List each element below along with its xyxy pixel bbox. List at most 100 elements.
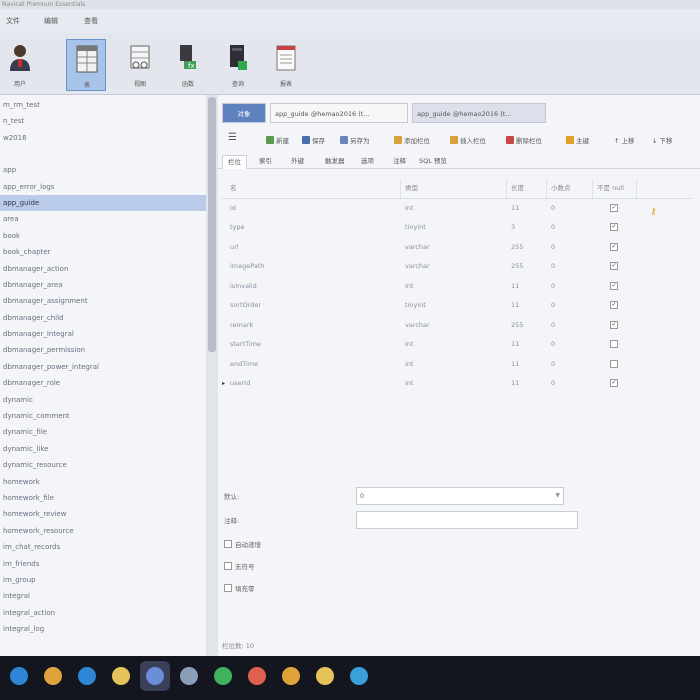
table-row[interactable]: imagePath varchar 255 0 ✓	[222, 257, 692, 277]
taskbar-app-button[interactable]	[140, 661, 170, 691]
field-length[interactable]: 11	[511, 296, 519, 315]
field-decimal[interactable]: 0	[551, 218, 555, 237]
not-null-checkbox[interactable]: ✓	[610, 301, 618, 309]
tree-item[interactable]: im_group	[0, 572, 206, 588]
not-null-checkbox[interactable]	[610, 359, 618, 368]
field-length[interactable]: 255	[511, 257, 523, 276]
tree-item[interactable]: dynamic	[0, 392, 206, 408]
ribbon-query-button[interactable]: 查询	[218, 39, 258, 91]
menu-view[interactable]: 查看	[84, 16, 98, 26]
field-type[interactable]: int	[405, 199, 413, 218]
table-row[interactable]: id int 11 0 ✓ ⚷	[222, 199, 692, 219]
field-name[interactable]: id	[230, 199, 236, 218]
subtab-triggers[interactable]: 触发器	[320, 155, 350, 169]
auto-increment-checkbox[interactable]: 自动递增	[224, 539, 261, 549]
table-row[interactable]: type tinyint 3 0 ✓	[222, 218, 692, 238]
field-length[interactable]: 11	[511, 355, 519, 374]
tree-item[interactable]: homework_resource	[0, 523, 206, 539]
tree-item[interactable]: dynamic_resource	[0, 457, 206, 473]
tree-item[interactable]: dbmanager_child	[0, 310, 206, 326]
taskbar-app-button[interactable]	[4, 661, 34, 691]
field-type[interactable]: int	[405, 335, 413, 354]
field-decimal[interactable]: 0	[551, 335, 555, 354]
field-length[interactable]: 11	[511, 199, 519, 218]
field-decimal[interactable]: 0	[551, 257, 555, 276]
tree-item[interactable]: app	[0, 162, 206, 178]
field-name[interactable]: isInvalid	[230, 277, 257, 296]
ribbon-function-button[interactable]: fx 函数	[168, 39, 208, 91]
field-name[interactable]: type	[230, 218, 245, 237]
ribbon-table-button[interactable]: 表	[66, 39, 106, 91]
ribbon-view-button[interactable]: 视图	[120, 39, 160, 91]
primary-key-button[interactable]: 主键	[566, 135, 589, 145]
tree-item[interactable]: homework	[0, 474, 206, 490]
subtab-foreign-keys[interactable]: 外键	[286, 155, 309, 169]
tree-item[interactable]: w2016	[0, 130, 206, 146]
field-length[interactable]: 11	[511, 335, 519, 354]
field-type[interactable]: varchar	[405, 257, 430, 276]
field-decimal[interactable]: 0	[551, 316, 555, 335]
taskbar-app-button[interactable]	[242, 661, 272, 691]
tree-item[interactable]: m_rm_test	[0, 97, 206, 113]
new-button[interactable]: 新建	[266, 135, 289, 145]
field-decimal[interactable]: 0	[551, 374, 555, 393]
not-null-checkbox[interactable]: ✓	[610, 203, 618, 212]
tree-item[interactable]: app_error_logs	[0, 179, 206, 195]
tree-item[interactable]: homework_review	[0, 506, 206, 522]
tree-item[interactable]: n_test	[0, 113, 206, 129]
tree-item[interactable]: dbmanager_area	[0, 277, 206, 293]
header-not-null[interactable]: 不是 null	[597, 179, 624, 198]
field-type[interactable]: int	[405, 277, 413, 296]
field-name[interactable]: startTime	[230, 335, 261, 354]
subtab-comment[interactable]: 注释	[388, 155, 411, 169]
tree-item[interactable]: book_chapter	[0, 244, 206, 260]
field-decimal[interactable]: 0	[551, 296, 555, 315]
subtab-sql-preview[interactable]: SQL 预览	[414, 155, 452, 169]
field-name[interactable]: endTime	[230, 355, 258, 374]
taskbar-app-button[interactable]	[208, 661, 238, 691]
taskbar-app-button[interactable]	[344, 661, 374, 691]
field-length[interactable]: 11	[511, 374, 519, 393]
tree-item[interactable]: dbmanager_permission	[0, 342, 206, 358]
tree-item[interactable]: dbmanager_power_integral	[0, 359, 206, 375]
move-down-button[interactable]: ↓ 下移	[652, 135, 673, 145]
not-null-checkbox[interactable]: ✓	[610, 223, 618, 231]
tree-item[interactable]: dbmanager_role	[0, 375, 206, 391]
table-row[interactable]: remark varchar 255 0 ✓	[222, 316, 692, 336]
tab-objects[interactable]: 对象	[222, 103, 266, 123]
move-up-button[interactable]: ↑ 上移	[614, 135, 635, 145]
delete-field-button[interactable]: 删除栏位	[506, 135, 542, 145]
save-as-button[interactable]: 另存为	[340, 135, 370, 145]
tree-item[interactable]: integral_action	[0, 605, 206, 621]
not-null-checkbox[interactable]: ✓	[610, 262, 618, 270]
table-row[interactable]: endTime int 11 0	[222, 355, 692, 375]
tab-app-guide-design[interactable]: app_guide @hemao2016 (t...	[270, 103, 408, 123]
taskbar-app-button[interactable]	[276, 661, 306, 691]
tree-scrollbar[interactable]	[206, 95, 218, 656]
subtab-options[interactable]: 选项	[356, 155, 379, 169]
tree-item[interactable]: dynamic_like	[0, 441, 206, 457]
menu-edit[interactable]: 编辑	[44, 16, 58, 26]
table-row[interactable]: userId int 11 0 ✓ ▸	[222, 374, 692, 394]
not-null-checkbox[interactable]: ✓	[610, 320, 618, 329]
tree-item[interactable]: im_friends	[0, 556, 206, 572]
zerofill-checkbox[interactable]: 填充零	[224, 583, 255, 593]
tree-item[interactable]: dbmanager_action	[0, 261, 206, 277]
tree-scrollbar-thumb[interactable]	[208, 97, 216, 352]
field-decimal[interactable]: 0	[551, 199, 555, 218]
field-length[interactable]: 255	[511, 238, 523, 257]
tree-item[interactable]: dynamic_comment	[0, 408, 206, 424]
comment-field[interactable]	[356, 511, 578, 529]
add-field-button[interactable]: 添加栏位	[394, 135, 430, 145]
field-name[interactable]: url	[230, 238, 239, 257]
tree-item[interactable]: im_chat_records	[0, 539, 206, 555]
tree-item[interactable]: dbmanager_assignment	[0, 293, 206, 309]
tree-item[interactable]: integral_log	[0, 621, 206, 637]
field-type[interactable]: tinyint	[405, 218, 426, 237]
save-button[interactable]: 保存	[302, 135, 325, 145]
field-decimal[interactable]: 0	[551, 238, 555, 257]
header-type[interactable]: 类型	[405, 179, 418, 198]
table-row[interactable]: url varchar 255 0 ✓	[222, 238, 692, 258]
field-length[interactable]: 3	[511, 218, 515, 237]
field-type[interactable]: tinyint	[405, 296, 426, 315]
